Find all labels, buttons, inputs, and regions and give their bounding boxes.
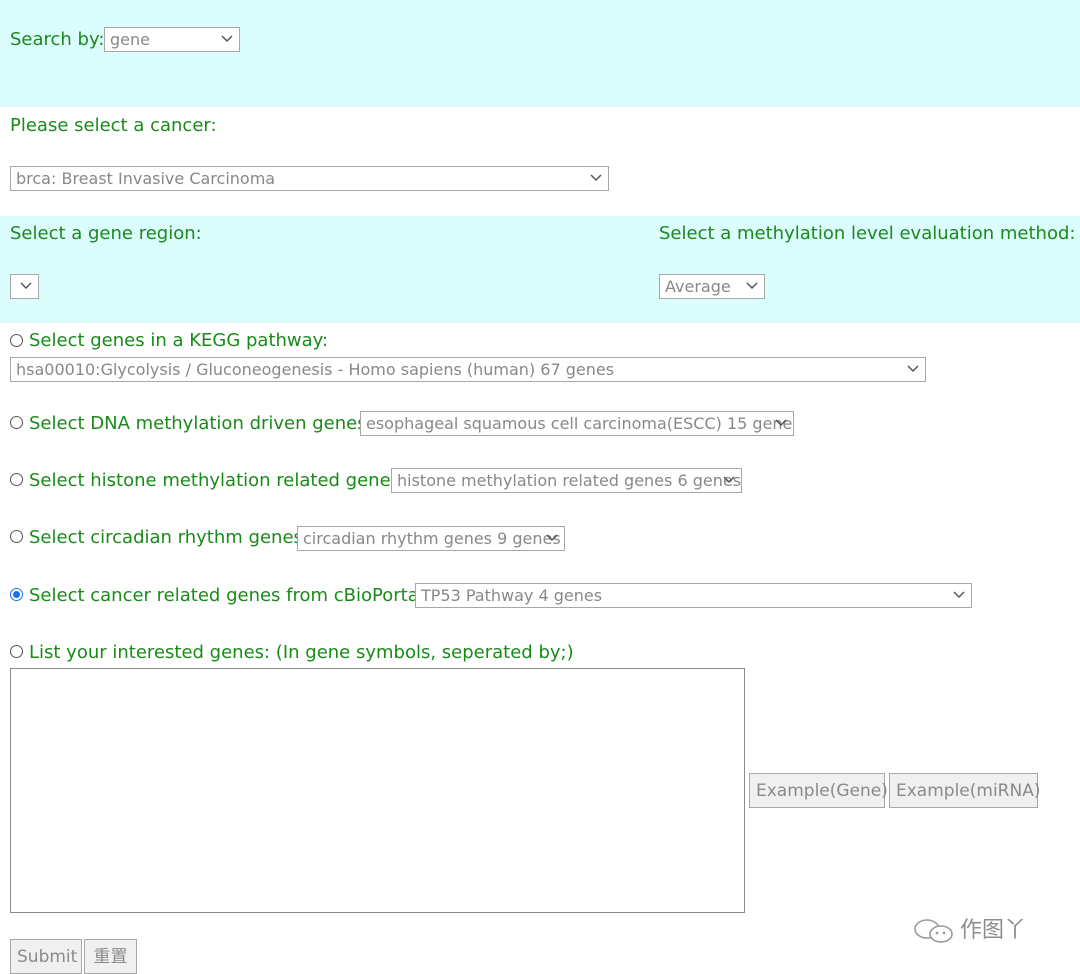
chevron-down-icon — [953, 591, 965, 599]
dna-methylation-label: Select DNA methylation driven genes: — [29, 413, 373, 434]
gene-region-select[interactable] — [10, 274, 39, 299]
search-by-label: Search by: — [10, 29, 105, 50]
dna-methylation-select[interactable]: esophageal squamous cell carcinoma(ESCC)… — [360, 411, 794, 436]
circadian-select[interactable]: circadian rhythm genes 9 genes — [297, 526, 565, 551]
kegg-value: hsa00010:Glycolysis / Gluconeogenesis - … — [16, 360, 615, 379]
chevron-down-icon — [746, 282, 758, 290]
kegg-select[interactable]: hsa00010:Glycolysis / Gluconeogenesis - … — [10, 357, 926, 382]
cbioportal-radio[interactable] — [10, 588, 23, 601]
histone-value: histone methylation related genes 6 gene… — [397, 471, 742, 490]
chevron-down-icon — [546, 534, 558, 542]
cancer-value: brca: Breast Invasive Carcinoma — [16, 169, 276, 188]
submit-button[interactable]: Submit — [10, 939, 82, 974]
cbioportal-value: TP53 Pathway 4 genes — [421, 586, 603, 605]
histone-label: Select histone methylation related genes… — [29, 470, 407, 491]
methylation-method-label: Select a methylation level evaluation me… — [659, 223, 1076, 244]
list-genes-radio[interactable] — [10, 645, 23, 658]
cancer-select[interactable]: brca: Breast Invasive Carcinoma — [10, 166, 609, 191]
chevron-down-icon — [590, 174, 602, 182]
watermark-text: 作图丫 — [960, 918, 1027, 943]
cbioportal-select[interactable]: TP53 Pathway 4 genes — [415, 583, 972, 608]
circadian-radio[interactable] — [10, 530, 23, 543]
kegg-label: Select genes in a KEGG pathway: — [29, 330, 329, 351]
search-by-select[interactable]: gene — [104, 27, 240, 52]
reset-button[interactable]: 重置 — [84, 939, 137, 974]
genes-textarea[interactable] — [10, 668, 745, 913]
histone-select[interactable]: histone methylation related genes 6 gene… — [391, 468, 742, 493]
methylation-method-select[interactable]: Average — [659, 274, 765, 299]
chevron-down-icon — [20, 282, 32, 290]
watermark: 作图丫 — [912, 912, 1026, 944]
dna-methylation-value: esophageal squamous cell carcinoma(ESCC)… — [366, 414, 794, 433]
cancer-label: Please select a cancer: — [10, 115, 217, 136]
dna-methylation-radio[interactable] — [10, 416, 23, 429]
gene-region-label: Select a gene region: — [10, 223, 202, 244]
circadian-label: Select circadian rhythm genes: — [29, 527, 309, 548]
circadian-value: circadian rhythm genes 9 genes — [303, 529, 561, 548]
search-by-value: gene — [110, 30, 150, 49]
search-section — [0, 0, 1080, 107]
cbioportal-label: Select cancer related genes from cBioPor… — [29, 585, 430, 606]
kegg-radio[interactable] — [10, 334, 23, 347]
example-gene-button[interactable]: Example(Gene) — [749, 773, 888, 808]
wechat-icon — [914, 919, 953, 943]
histone-radio[interactable] — [10, 473, 23, 486]
list-genes-label: List your interested genes: (In gene sym… — [29, 642, 574, 663]
chevron-down-icon — [775, 419, 787, 427]
chevron-down-icon — [907, 365, 919, 373]
chevron-down-icon — [221, 35, 233, 43]
example-mirna-button[interactable]: Example(miRNA) — [889, 773, 1040, 808]
chevron-down-icon — [723, 476, 735, 484]
methylation-method-value: Average — [665, 277, 731, 296]
